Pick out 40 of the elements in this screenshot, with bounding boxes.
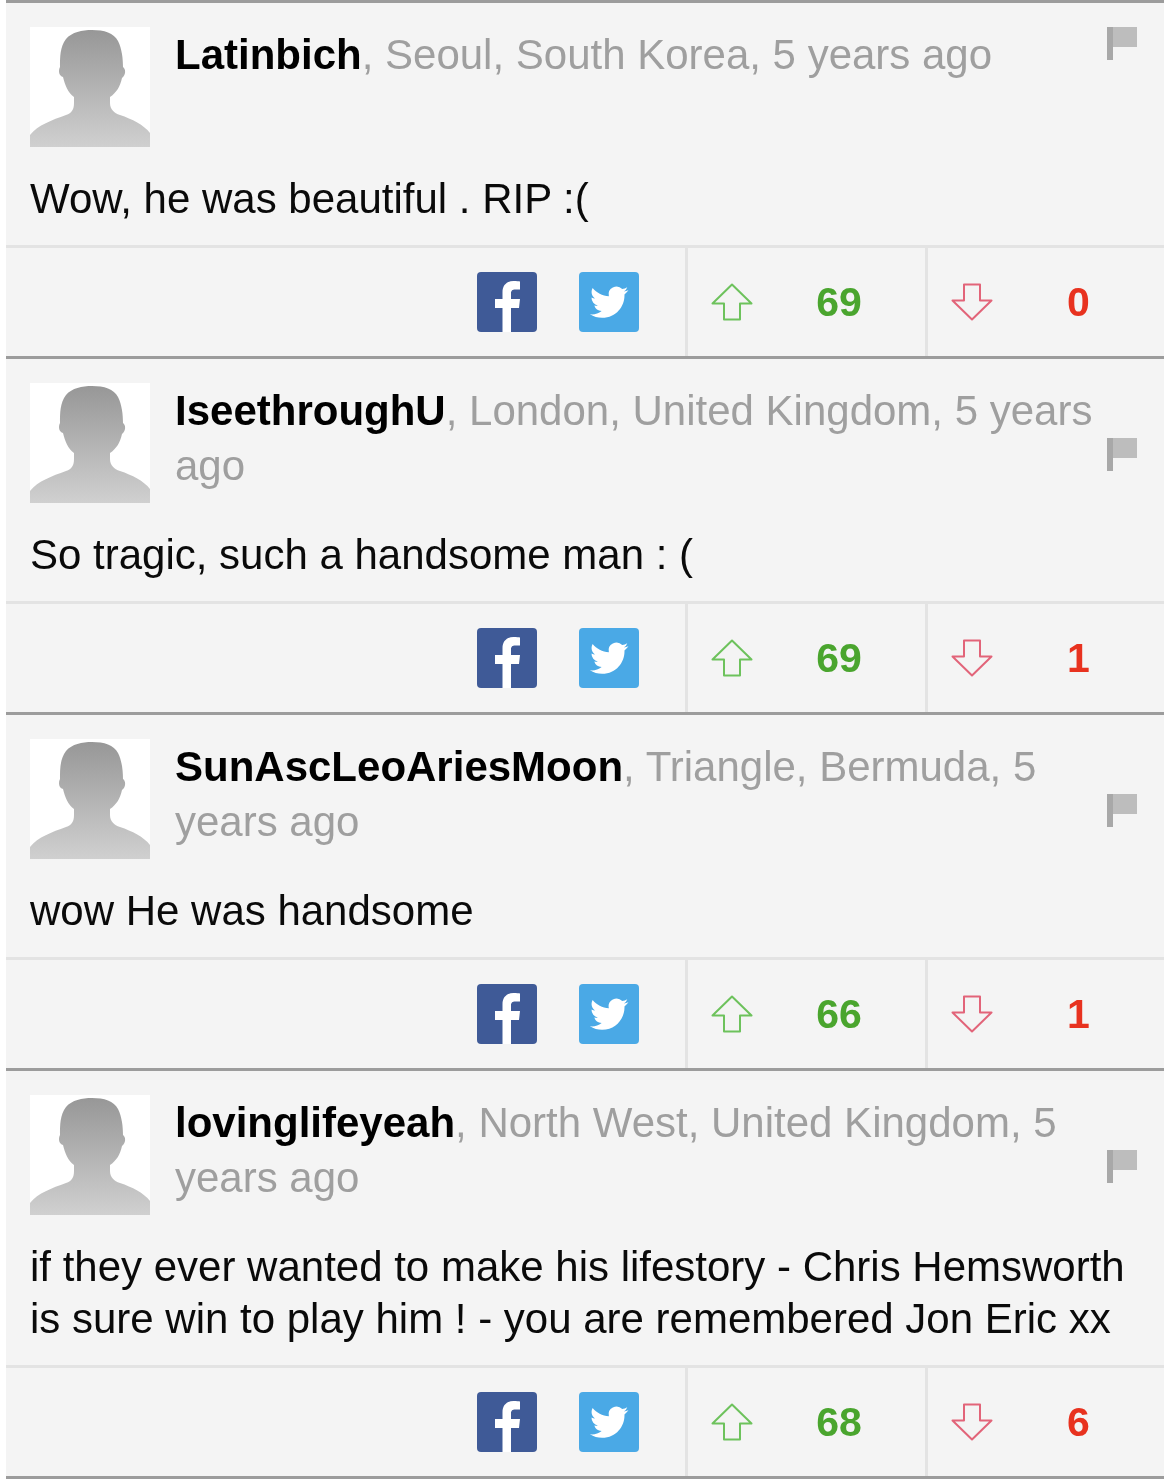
comment-header: SunAscLeoAriesMoon, Triangle, Bermuda, 5 years ago (175, 742, 1038, 847)
downvote-count: 1 (1066, 990, 1091, 1038)
arrow-down-icon[interactable] (951, 995, 993, 1033)
avatar-icon (30, 27, 150, 147)
flag-icon[interactable] (1107, 27, 1137, 60)
facebook-icon[interactable] (477, 984, 537, 1044)
flag-icon[interactable] (1107, 794, 1137, 827)
comment-text: So tragic, such a handsome man : ( (29, 530, 694, 580)
flag-icon[interactable] (1107, 1150, 1137, 1183)
comment-header: Latinbich, Seoul, South Korea, 5 years ago (175, 30, 994, 80)
arrow-down-icon[interactable] (951, 1403, 993, 1441)
arrow-up-icon[interactable] (711, 1403, 753, 1441)
arrow-up-icon[interactable] (711, 995, 753, 1033)
upvote-count: 69 (815, 634, 863, 682)
avatar-icon (30, 739, 150, 859)
avatar-icon (30, 383, 150, 503)
downvote-count: 0 (1066, 278, 1091, 326)
twitter-icon[interactable] (579, 628, 639, 688)
arrow-down-icon[interactable] (951, 283, 993, 321)
comment-text: wow He was handsome (29, 886, 475, 936)
downvote-count: 1 (1066, 634, 1091, 682)
avatar-icon (30, 1095, 150, 1215)
arrow-up-icon[interactable] (711, 639, 753, 677)
upvote-count: 68 (815, 1398, 863, 1446)
comment-text: Wow, he was beautiful . RIP :( (29, 174, 590, 224)
facebook-icon[interactable] (477, 628, 537, 688)
twitter-icon[interactable] (579, 1392, 639, 1452)
facebook-icon[interactable] (477, 272, 537, 332)
arrow-down-icon[interactable] (951, 639, 993, 677)
arrow-up-icon[interactable] (711, 283, 753, 321)
upvote-count: 69 (815, 278, 863, 326)
comment-header: IseethroughU, London, United Kingdom, 5 years ago (175, 386, 1094, 491)
upvote-count: 66 (815, 990, 863, 1038)
twitter-icon[interactable] (579, 984, 639, 1044)
comment-text: if they ever wanted to make his lifestory - Chris Hemsworth is sure win to play him ! - you are remembered Jon Eric xx (29, 1242, 1126, 1344)
flag-icon[interactable] (1107, 438, 1137, 471)
facebook-icon[interactable] (477, 1392, 537, 1452)
comment-header: lovinglifeyeah, North West, United Kingdom, 5 years ago (175, 1098, 1058, 1203)
downvote-count: 6 (1066, 1398, 1091, 1446)
twitter-icon[interactable] (579, 272, 639, 332)
